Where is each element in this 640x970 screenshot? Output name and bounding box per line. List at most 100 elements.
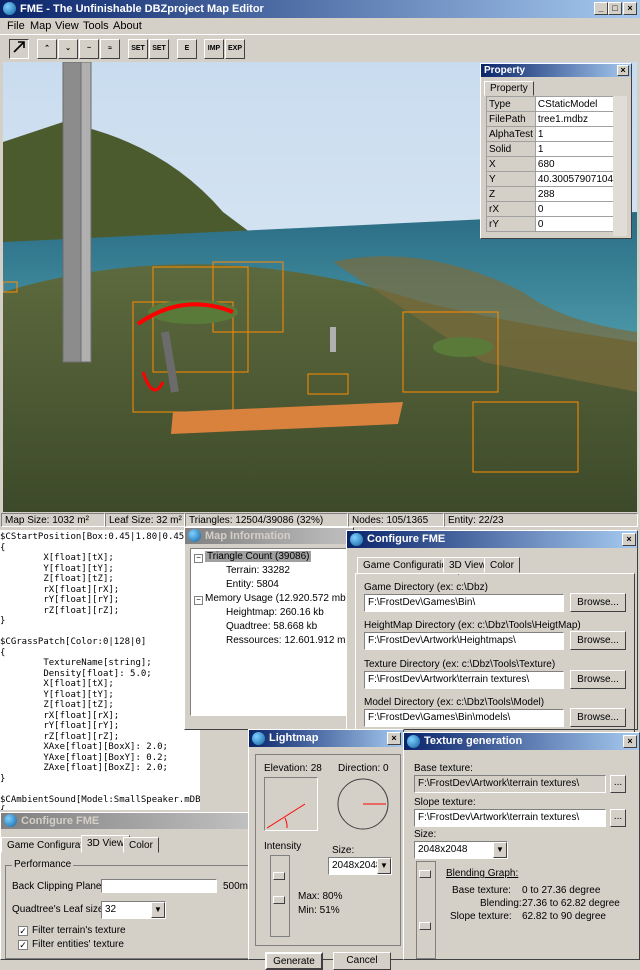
slope-texture-browse-button[interactable]: ... [610,809,626,827]
property-row[interactable]: Y 40.3005790710449 [486,171,617,187]
map-info-title: Map Information [205,530,291,542]
property-row[interactable]: Type CStaticModel [486,96,617,112]
intensity-max-thumb[interactable] [273,872,285,880]
tree-expander-2[interactable]: − [194,596,203,605]
lower-tool-button[interactable]: ⌄ [58,39,78,59]
script-line: rY[float][rY]; [0,595,120,605]
property-tab[interactable]: Property [484,81,534,96]
property-row[interactable]: AlphaTest 1 [486,126,617,142]
property-value[interactable]: CStaticModel [534,96,617,112]
property-row[interactable]: Z 288 [486,186,617,202]
property-value[interactable]: 0 [534,201,617,217]
elevation-control[interactable] [264,777,318,831]
property-row[interactable]: rX 0 [486,201,617,217]
import-button[interactable]: IMP [204,39,224,59]
model-dir-input[interactable]: F:\FrostDev\Games\Bin\models\ [364,709,564,727]
property-row[interactable]: X 680 [486,156,617,172]
exp-label: EXP [227,45,242,52]
smooth-tool-button[interactable]: ≈ [100,39,120,59]
blending-slider[interactable] [416,861,436,959]
menu-about[interactable]: About [113,20,142,32]
entity-tool-button[interactable]: E [177,39,197,59]
tab-3d-view-2-label: 3D View [87,838,125,849]
texture-dir-input[interactable]: F:\FrostDev\Artwork\terrain textures\ [364,671,564,689]
slope-texture-input[interactable]: F:\FrostDev\Artwork\terrain textures\ [414,809,606,827]
blending-thumb-top[interactable] [419,870,431,878]
script-line: X[float][tX]; [0,553,114,563]
script-line: rY[float][rY]; [0,721,120,731]
filter-terrain-checkbox[interactable]: ✓ [18,926,28,936]
menu-tools[interactable]: Tools [83,20,109,32]
back-clipping-slider[interactable] [101,879,217,893]
property-row[interactable]: Solid 1 [486,141,617,157]
menu-bar: File Map View Tools About [0,18,640,34]
property-value[interactable]: 1 [534,141,617,157]
texture-gen-icon [407,735,420,748]
tree-memory[interactable]: Memory Usage (12.920.572 mb) [205,593,349,604]
generate-button[interactable]: Generate [265,952,323,970]
set-tool-button-2[interactable]: SET [149,39,169,59]
lightmap-size-dropdown[interactable]: ▼ [377,858,391,874]
property-key: X [486,156,536,172]
raise-tool-button[interactable]: ⌃ [37,39,57,59]
texture-gen-close-button[interactable]: × [623,735,637,748]
model-dir-browse-button[interactable]: Browse... [570,708,626,727]
script-line: X[float][tX]; [0,679,114,689]
property-value[interactable]: 288 [534,186,617,202]
minimize-button[interactable]: _ [594,2,608,15]
menu-file[interactable]: File [7,20,25,32]
script-line: TextureName[string]; [0,658,152,668]
property-row[interactable]: FilePath tree1.mdbz [486,111,617,127]
property-value[interactable]: 40.3005790710449 [534,171,617,187]
close-button[interactable]: × [623,2,637,15]
select-tool-button[interactable] [9,39,29,59]
property-value[interactable]: tree1.mdbz [534,111,617,127]
export-button[interactable]: EXP [225,39,245,59]
menu-view[interactable]: View [55,20,79,32]
property-key: Y [486,171,536,187]
tab-color[interactable]: Color [484,557,520,573]
property-value[interactable]: 1 [534,126,617,142]
menu-map[interactable]: Map [30,20,51,32]
heightmap-dir-browse-button[interactable]: Browse... [570,631,626,650]
tree-triangle-count[interactable]: Triangle Count (39086) [205,551,312,562]
script-editor[interactable]: $CStartPosition[Box:0.45|1.80|0.45]{ X[f… [0,530,200,810]
tree-expander-1[interactable]: − [194,554,203,563]
graph-slope-key: Slope texture: [450,911,512,922]
game-dir-input[interactable]: F:\FrostDev\Games\Bin\ [364,594,564,612]
texture-dir-browse-button[interactable]: Browse... [570,670,626,689]
set-tool-button-1[interactable]: SET [128,39,148,59]
script-line: rZ[float][rZ]; [0,731,120,742]
texture-size-dropdown[interactable]: ▼ [493,842,507,858]
property-close-button[interactable]: × [617,65,629,76]
direction-control[interactable] [336,777,390,831]
script-line: rX[float][rX]; [0,710,120,721]
property-row[interactable]: rY 0 [486,216,617,232]
base-texture-browse-button[interactable]: ... [610,775,626,793]
blending-thumb-bottom[interactable] [419,922,431,930]
tab-color-2[interactable]: Color [123,837,159,853]
property-scrollbar[interactable] [613,96,627,236]
map-info-tree[interactable]: Triangle Count (39086) Terrain: 33282 En… [190,548,351,716]
maximize-button[interactable]: □ [608,2,622,15]
leaf-size-dropdown-button[interactable]: ▼ [151,902,165,918]
graph-blend-key: Blending: [480,898,522,909]
filter-entities-checkbox[interactable]: ✓ [18,940,28,950]
heightmap-dir-input[interactable]: F:\FrostDev\Artwork\Heightmaps\ [364,632,564,650]
property-value[interactable]: 0 [534,216,617,232]
lightmap-group: Elevation: 28 Direction: 0 Intensity Siz… [255,754,401,946]
base-texture-input[interactable]: F:\FrostDev\Artwork\terrain textures\ [414,775,606,793]
lightmap-cancel-button[interactable]: Cancel [333,952,391,970]
status-entity: Entity: 22/23 [444,513,638,527]
configure-top-close-button[interactable]: × [622,533,636,546]
lightmap-close-button[interactable]: × [387,732,401,745]
elevation-indicator [266,803,306,829]
back-clipping-label: Back Clipping Plane: [12,881,105,892]
flatten-tool-button[interactable]: ~ [79,39,99,59]
game-dir-browse-button[interactable]: Browse... [570,593,626,612]
script-line [0,627,200,638]
main-title: FME - The Unfinishable DBZproject Map Ed… [20,3,264,15]
property-value[interactable]: 680 [534,156,617,172]
intensity-slider[interactable] [270,855,290,937]
intensity-min-thumb[interactable] [273,896,285,904]
